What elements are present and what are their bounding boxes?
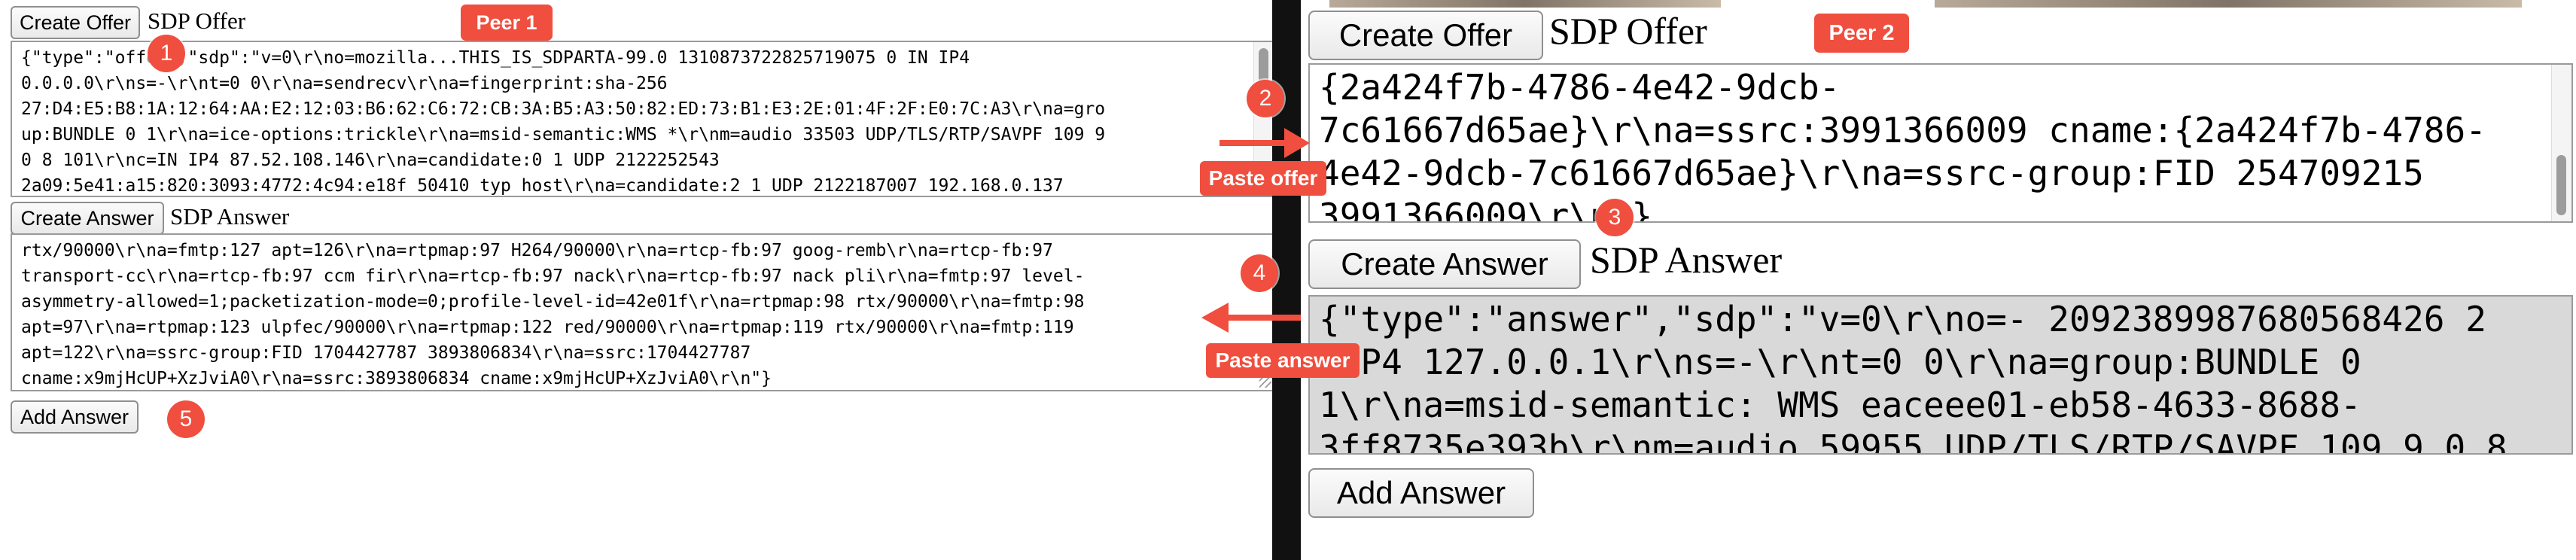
step-4-marker: 4 — [1241, 254, 1278, 292]
step-2-marker: 2 — [1247, 80, 1284, 117]
peer2-badge: Peer 2 — [1814, 14, 1909, 53]
step-3-marker: 3 — [1596, 199, 1634, 236]
peer1-badge: Peer 1 — [461, 5, 553, 41]
paste-offer-label: Paste offer — [1200, 161, 1326, 196]
step-5-marker: 5 — [167, 400, 205, 438]
step-1-marker: 1 — [148, 35, 185, 72]
annotation-arrows — [1201, 128, 1310, 333]
paste-answer-label: Paste answer — [1206, 343, 1360, 378]
